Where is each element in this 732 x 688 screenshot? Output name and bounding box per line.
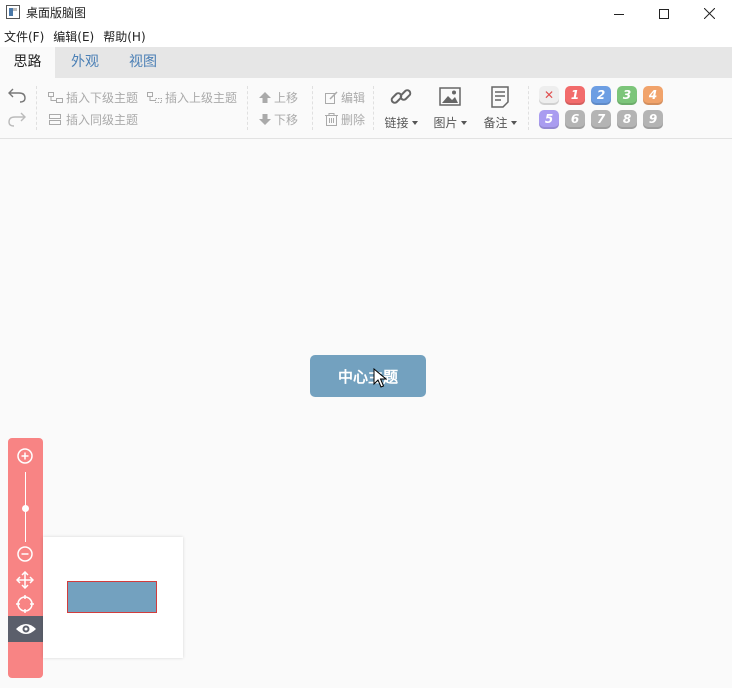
image-button[interactable]: 图片: [430, 86, 470, 131]
link-icon: [390, 89, 412, 104]
link-label: 链接: [384, 116, 409, 130]
priority-3-button[interactable]: 3: [617, 86, 637, 105]
chevron-down-icon: [460, 120, 467, 125]
insert-parent-icon: [147, 92, 162, 103]
delete-label: 删除: [341, 113, 366, 127]
insert-parent-label: 插入上级主题: [165, 91, 238, 105]
priority-6-button[interactable]: 6: [565, 110, 585, 129]
tab-bar: 思路 外观 视图: [0, 47, 732, 78]
toolbar-separator: [247, 86, 248, 130]
zoom-in-icon[interactable]: [16, 447, 34, 465]
insert-child-icon: [48, 92, 63, 103]
window-title: 桌面版脑图: [26, 6, 87, 20]
delete-button[interactable]: 删除: [325, 111, 365, 128]
app-icon: [6, 5, 20, 19]
zoom-out-icon[interactable]: [16, 545, 34, 563]
priority-5-button[interactable]: 5: [539, 110, 559, 129]
minimize-button[interactable]: [596, 0, 642, 27]
image-icon: [439, 87, 461, 106]
move-down-label: 下移: [274, 113, 299, 127]
close-button[interactable]: [686, 0, 732, 27]
redo-icon[interactable]: [8, 111, 26, 127]
edit-label: 编辑: [341, 91, 366, 105]
maximize-icon: [659, 8, 669, 19]
insert-child-label: 插入下级主题: [66, 91, 139, 105]
insert-parent-button[interactable]: 插入上级主题: [147, 89, 237, 106]
toolbar-separator: [312, 86, 313, 130]
insert-sibling-button[interactable]: 插入同级主题: [48, 111, 138, 128]
toolbar: 插入下级主题 插入上级主题 插入同级主题 上移 下移 编辑 删除 链接 图片 备…: [0, 78, 732, 139]
arrow-up-icon: [259, 92, 271, 103]
locate-icon[interactable]: [16, 595, 34, 613]
eye-icon: [15, 624, 36, 634]
insert-child-button[interactable]: 插入下级主题: [48, 89, 138, 106]
zoom-panel: [8, 438, 43, 678]
move-down-button[interactable]: 下移: [259, 111, 298, 128]
move-icon[interactable]: [16, 571, 34, 589]
close-icon: [703, 8, 715, 19]
minimap-toggle-button[interactable]: [8, 616, 43, 642]
priority-2-button[interactable]: 2: [591, 86, 611, 105]
priority-clear-button[interactable]: ✕: [539, 86, 559, 105]
minimap-viewport[interactable]: [67, 581, 157, 613]
link-button[interactable]: 链接: [381, 86, 421, 131]
tab-appearance[interactable]: 外观: [58, 47, 112, 78]
insert-sibling-icon: [49, 114, 61, 125]
maximize-button[interactable]: [641, 0, 687, 27]
note-icon: [491, 86, 509, 108]
center-topic-node[interactable]: 中心主题: [310, 355, 426, 397]
trash-icon: [325, 113, 338, 126]
move-up-button[interactable]: 上移: [259, 89, 298, 106]
menu-bar: 文件(F) 编辑(E) 帮助(H): [0, 27, 732, 47]
undo-icon[interactable]: [8, 87, 26, 103]
edit-icon: [325, 91, 338, 104]
move-up-label: 上移: [274, 91, 299, 105]
minimize-icon: [614, 13, 624, 15]
title-bar: 桌面版脑图: [0, 0, 732, 27]
priority-8-button[interactable]: 8: [617, 110, 637, 129]
menu-edit[interactable]: 编辑(E): [49, 27, 99, 47]
insert-sibling-label: 插入同级主题: [66, 113, 139, 127]
chevron-down-icon: [510, 120, 517, 125]
arrow-down-icon: [259, 114, 271, 125]
toolbar-separator: [36, 86, 37, 130]
note-button[interactable]: 备注: [480, 86, 520, 131]
menu-help[interactable]: 帮助(H): [99, 27, 150, 47]
tab-view[interactable]: 视图: [116, 47, 170, 78]
note-label: 备注: [483, 116, 508, 130]
menu-file[interactable]: 文件(F): [0, 27, 49, 47]
toolbar-separator: [528, 86, 529, 130]
toolbar-separator: [373, 86, 374, 130]
priority-7-button[interactable]: 7: [591, 110, 611, 129]
minimap[interactable]: [43, 537, 183, 658]
image-label: 图片: [433, 116, 458, 130]
mouse-cursor-icon: [373, 368, 387, 388]
chevron-down-icon: [411, 120, 418, 125]
priority-9-button[interactable]: 9: [643, 110, 663, 129]
priority-1-button[interactable]: 1: [565, 86, 585, 105]
tab-idea[interactable]: 思路: [0, 47, 55, 78]
zoom-slider-handle[interactable]: [22, 505, 29, 512]
edit-button[interactable]: 编辑: [325, 89, 365, 106]
priority-4-button[interactable]: 4: [643, 86, 663, 105]
